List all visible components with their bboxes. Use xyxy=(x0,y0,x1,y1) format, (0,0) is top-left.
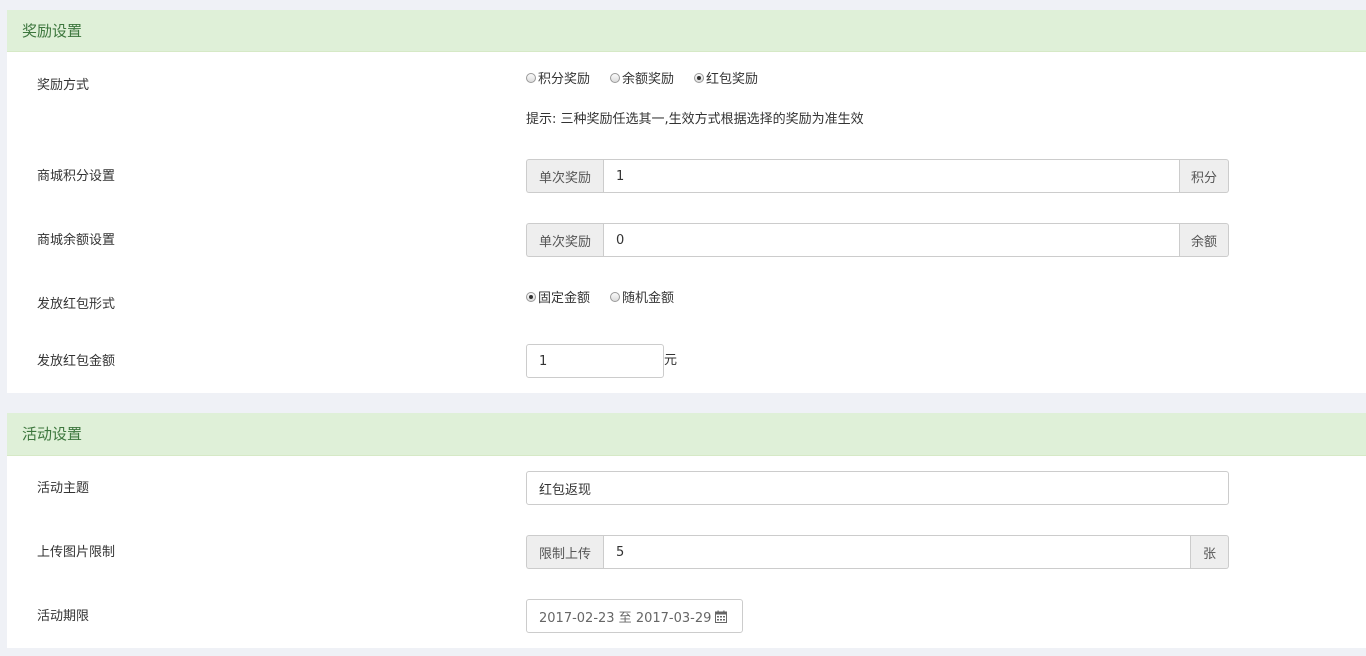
activity-period-input[interactable]: 2017-02-23 至 2017-03-29 xyxy=(526,599,743,633)
mall-balance-suffix: 余额 xyxy=(1179,223,1229,257)
redpacket-amount-input[interactable]: 1 xyxy=(526,344,664,378)
mall-balance-label: 商城余额设置 xyxy=(37,233,116,248)
mall-balance-input-group: 单次奖励 0 余额 xyxy=(526,223,1229,257)
radio-button[interactable] xyxy=(610,292,621,302)
radio-random-amount[interactable]: 随机金额 xyxy=(610,290,674,308)
panel-title: 活动设置 xyxy=(22,425,83,443)
upload-limit-prefix: 限制上传 xyxy=(526,535,604,569)
radio-label: 余额奖励 xyxy=(622,72,675,87)
reward-settings-panel: 奖励设置 奖励方式 积分奖励 余额奖励 红包奖励 提示: 三种奖励任选其一,生效… xyxy=(7,10,1366,393)
panel-title: 奖励设置 xyxy=(22,22,83,40)
mall-balance-prefix: 单次奖励 xyxy=(526,223,604,257)
radio-label: 红包奖励 xyxy=(706,72,759,87)
activity-period-label: 活动期限 xyxy=(37,609,90,624)
mall-points-input[interactable]: 1 xyxy=(603,159,1180,193)
radio-label: 随机金额 xyxy=(622,291,675,306)
mall-points-suffix: 积分 xyxy=(1179,159,1229,193)
radio-button[interactable] xyxy=(526,292,536,302)
upload-limit-input-group: 限制上传 5 张 xyxy=(526,535,1229,569)
panel-heading: 活动设置 xyxy=(7,413,1366,456)
redpacket-form-label: 发放红包形式 xyxy=(37,297,116,312)
panel-heading: 奖励设置 xyxy=(7,10,1366,52)
radio-button[interactable] xyxy=(610,73,621,83)
upload-limit-suffix: 张 xyxy=(1190,535,1229,569)
redpacket-amount-unit: 元 xyxy=(664,353,678,368)
mall-points-input-group: 单次奖励 1 积分 xyxy=(526,159,1229,193)
mall-points-label: 商城积分设置 xyxy=(37,169,116,184)
activity-topic-label: 活动主题 xyxy=(37,481,90,496)
redpacket-form-radio-group: 固定金额 随机金额 xyxy=(526,290,694,308)
radio-label: 固定金额 xyxy=(538,291,591,306)
activity-topic-input[interactable]: 红包返现 xyxy=(526,471,1229,505)
radio-balance-reward[interactable]: 余额奖励 xyxy=(610,71,674,89)
radio-fixed-amount[interactable]: 固定金额 xyxy=(526,290,590,308)
calendar-icon[interactable] xyxy=(715,610,728,623)
mall-balance-input[interactable]: 0 xyxy=(603,223,1180,257)
radio-button[interactable] xyxy=(694,73,705,83)
radio-label: 积分奖励 xyxy=(538,72,591,87)
radio-points-reward[interactable]: 积分奖励 xyxy=(526,71,590,89)
radio-button[interactable] xyxy=(526,73,536,83)
reward-method-radio-group: 积分奖励 余额奖励 红包奖励 xyxy=(526,71,778,89)
redpacket-amount-label: 发放红包金额 xyxy=(37,354,116,369)
date-range-text: 2017-02-23 至 2017-03-29 xyxy=(539,610,712,626)
activity-topic-group: 红包返现 xyxy=(526,471,1229,505)
upload-limit-label: 上传图片限制 xyxy=(37,545,116,560)
radio-redpacket-reward[interactable]: 红包奖励 xyxy=(694,71,758,89)
mall-points-prefix: 单次奖励 xyxy=(526,159,604,193)
activity-settings-panel: 活动设置 活动主题 红包返现 上传图片限制 限制上传 5 张 活动期限 2017… xyxy=(7,413,1366,648)
reward-method-hint: 提示: 三种奖励任选其一,生效方式根据选择的奖励为准生效 xyxy=(526,112,864,127)
reward-method-label: 奖励方式 xyxy=(37,78,90,93)
upload-limit-input[interactable]: 5 xyxy=(603,535,1191,569)
